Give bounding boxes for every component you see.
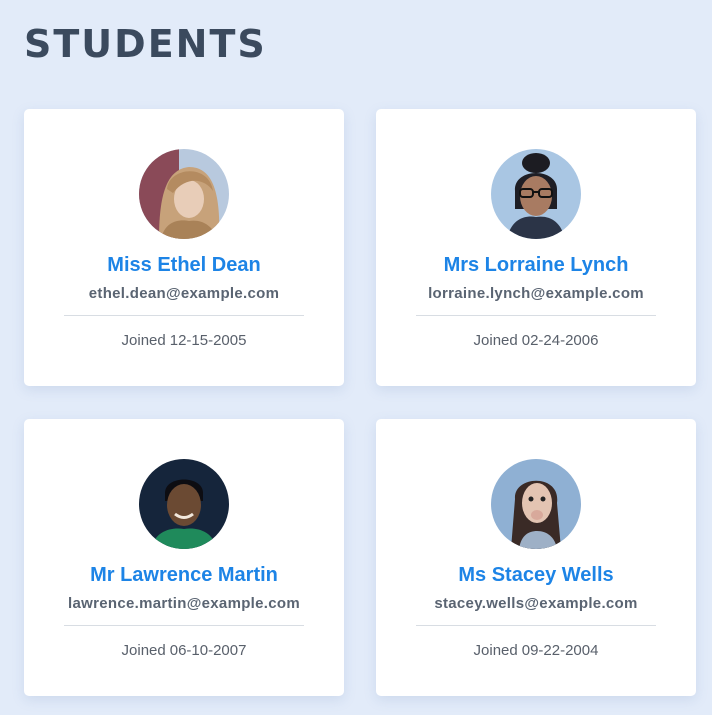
joined-date: Joined 12-15-2005 [24, 332, 344, 349]
joined-label: Joined [121, 332, 166, 349]
joined-date: Joined 06-10-2007 [24, 642, 344, 659]
student-email[interactable]: stacey.wells@example.com [376, 595, 696, 612]
student-name[interactable]: Miss Ethel Dean [24, 254, 344, 277]
joined-label: Joined [121, 642, 166, 659]
joined-date-value: 02-24-2006 [521, 332, 599, 349]
student-name[interactable]: Mrs Lorraine Lynch [376, 254, 696, 277]
joined-date-value: 09-22-2004 [521, 642, 599, 659]
joined-label: Joined [473, 332, 518, 349]
avatar [491, 149, 581, 239]
student-email[interactable]: ethel.dean@example.com [24, 285, 344, 302]
joined-date-value: 06-10-2007 [169, 642, 247, 659]
joined-label: Joined [473, 642, 518, 659]
student-email[interactable]: lorraine.lynch@example.com [376, 285, 696, 302]
student-name[interactable]: Mr Lawrence Martin [24, 564, 344, 587]
student-name[interactable]: Ms Stacey Wells [376, 564, 696, 587]
student-card[interactable]: Ms Stacey Wells stacey.wells@example.com… [376, 419, 696, 696]
joined-date: Joined 09-22-2004 [376, 642, 696, 659]
student-card[interactable]: Mr Lawrence Martin lawrence.martin@examp… [24, 419, 344, 696]
joined-date: Joined 02-24-2006 [376, 332, 696, 349]
student-card[interactable]: Miss Ethel Dean ethel.dean@example.com J… [24, 109, 344, 386]
avatar [139, 459, 229, 549]
student-email[interactable]: lawrence.martin@example.com [24, 595, 344, 612]
avatar [491, 459, 581, 549]
divider [416, 315, 656, 316]
avatar [139, 149, 229, 239]
divider [416, 625, 656, 626]
joined-date-value: 12-15-2005 [169, 332, 247, 349]
divider [64, 625, 304, 626]
page-title: STUDENTS [24, 22, 267, 66]
student-card[interactable]: Mrs Lorraine Lynch lorraine.lynch@exampl… [376, 109, 696, 386]
divider [64, 315, 304, 316]
